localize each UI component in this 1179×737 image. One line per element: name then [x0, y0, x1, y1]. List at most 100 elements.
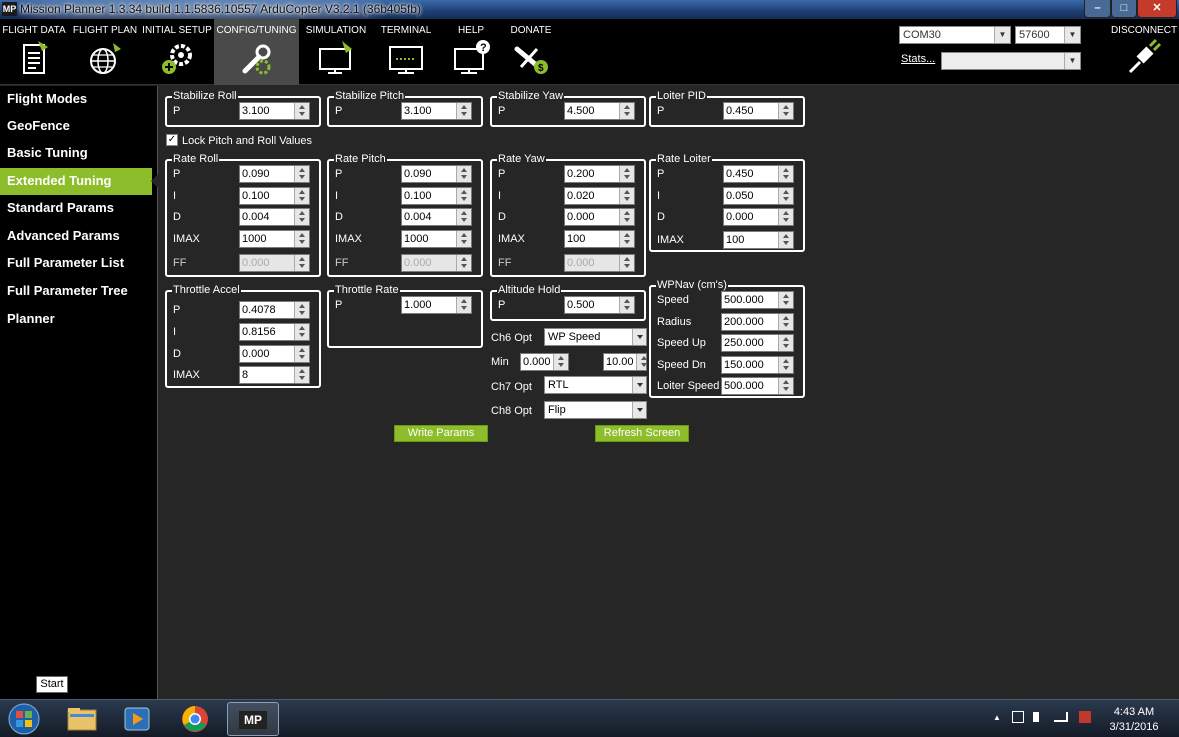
wpnav-speed-up-input[interactable]: 250.000 [721, 334, 794, 352]
spinner-arrows-icon[interactable] [778, 232, 793, 248]
wpnav-radius-input[interactable]: 200.000 [721, 313, 794, 331]
spinner-arrows-icon[interactable] [619, 209, 634, 225]
throttle-rate-p-input[interactable]: 1.000 [401, 296, 472, 314]
tray-arrow-icon[interactable]: ▲ [993, 713, 1001, 722]
ch6-opt-select[interactable]: WP Speed [544, 328, 647, 346]
spinner-arrows-icon[interactable] [294, 166, 309, 182]
spinner-arrows-icon[interactable] [778, 166, 793, 182]
spinner-arrows-icon[interactable] [294, 367, 309, 383]
rate-pitch-d-input[interactable]: 0.004 [401, 208, 472, 226]
rate-loiter-i-input[interactable]: 0.050 [723, 187, 794, 205]
rate-yaw-p-input[interactable]: 0.200 [564, 165, 635, 183]
network-plug-icon[interactable] [1011, 711, 1024, 724]
action-center-flag-icon[interactable] [1079, 711, 1092, 724]
altitude-hold-p-input[interactable]: 0.500 [564, 296, 635, 314]
sidebar-item-geofence[interactable]: GeoFence [0, 113, 158, 140]
sidebar-item-basic-tuning[interactable]: Basic Tuning [0, 140, 158, 167]
rate-yaw-i-input[interactable]: 0.020 [564, 187, 635, 205]
stabilize-pitch-p-input[interactable]: 3.100 [401, 102, 472, 120]
lock-pitch-roll-checkbox[interactable]: ✓ [166, 134, 178, 146]
spinner-arrows-icon[interactable] [778, 292, 793, 308]
rate-yaw-imax-input[interactable]: 100 [564, 230, 635, 248]
taskbar-chrome[interactable] [169, 702, 221, 736]
rate-loiter-d-input[interactable]: 0.000 [723, 208, 794, 226]
spinner-arrows-icon[interactable] [778, 188, 793, 204]
volume-icon[interactable] [1033, 712, 1045, 723]
windows-start-button[interactable] [4, 702, 48, 736]
menu-flight-data[interactable]: FLIGHT DATA [0, 19, 68, 85]
rate-yaw-d-input[interactable]: 0.000 [564, 208, 635, 226]
rate-roll-imax-input[interactable]: 1000 [239, 230, 310, 248]
ch6-max-input[interactable]: 10.00 [603, 353, 647, 371]
maximize-button[interactable]: □ [1111, 0, 1137, 18]
wpnav-speed-input[interactable]: 500.000 [721, 291, 794, 309]
rate-roll-d-input[interactable]: 0.004 [239, 208, 310, 226]
close-button[interactable]: ✕ [1137, 0, 1177, 18]
menu-flight-plan[interactable]: FLIGHT PLAN [70, 19, 140, 85]
menu-initial-setup[interactable]: INITIAL SETUP [142, 19, 212, 85]
sidebar-item-full-parameter-list[interactable]: Full Parameter List [0, 250, 158, 277]
chevron-down-icon[interactable] [632, 329, 646, 345]
spinner-arrows-icon[interactable] [778, 378, 793, 394]
spinner-arrows-icon[interactable] [294, 302, 309, 318]
spinner-arrows-icon[interactable] [294, 209, 309, 225]
chevron-down-icon[interactable]: ▼ [994, 27, 1010, 43]
loiter-pid-p-input[interactable]: 0.450 [723, 102, 794, 120]
rate-pitch-i-input[interactable]: 0.100 [401, 187, 472, 205]
ch7-opt-select[interactable]: RTL [544, 376, 647, 394]
spinner-arrows-icon[interactable] [619, 297, 634, 313]
stats-select[interactable]: ▼ [941, 52, 1081, 70]
spinner-arrows-icon[interactable] [778, 335, 793, 351]
disconnect-button[interactable]: DISCONNECT [1110, 23, 1178, 83]
baud-select[interactable]: 57600 ▼ [1015, 26, 1081, 44]
spinner-arrows-icon[interactable] [456, 231, 471, 247]
port-select[interactable]: COM30 ▼ [899, 26, 1011, 44]
minimize-button[interactable]: – [1084, 0, 1111, 18]
throttle-accel-imax-input[interactable]: 8 [239, 366, 310, 384]
wpnav-speed-dn-input[interactable]: 150.000 [721, 356, 794, 374]
spinner-arrows-icon[interactable] [619, 231, 634, 247]
throttle-accel-d-input[interactable]: 0.000 [239, 345, 310, 363]
throttle-accel-p-input[interactable]: 0.4078 [239, 301, 310, 319]
spinner-arrows-icon[interactable] [456, 103, 471, 119]
rate-pitch-p-input[interactable]: 0.090 [401, 165, 472, 183]
sidebar-item-advanced-params[interactable]: Advanced Params [0, 223, 158, 250]
sidebar-item-flight-modes[interactable]: Flight Modes [0, 86, 158, 113]
spinner-arrows-icon[interactable] [294, 324, 309, 340]
sidebar-item-full-parameter-tree[interactable]: Full Parameter Tree [0, 278, 158, 305]
lock-pitch-roll-label[interactable]: Lock Pitch and Roll Values [182, 135, 312, 147]
chevron-down-icon[interactable]: ▼ [1064, 27, 1080, 43]
rate-roll-i-input[interactable]: 0.100 [239, 187, 310, 205]
spinner-arrows-icon[interactable] [778, 103, 793, 119]
spinner-arrows-icon[interactable] [619, 166, 634, 182]
signal-icon[interactable] [1054, 712, 1069, 723]
sidebar-item-planner[interactable]: Planner [0, 306, 158, 333]
spinner-arrows-icon[interactable] [294, 103, 309, 119]
spinner-arrows-icon[interactable] [619, 103, 634, 119]
taskbar-explorer[interactable] [56, 702, 108, 736]
stabilize-yaw-p-input[interactable]: 4.500 [564, 102, 635, 120]
rate-loiter-p-input[interactable]: 0.450 [723, 165, 794, 183]
rate-roll-p-input[interactable]: 0.090 [239, 165, 310, 183]
spinner-arrows-icon[interactable] [456, 166, 471, 182]
menu-config-tuning[interactable]: CONFIG/TUNING [214, 19, 299, 85]
throttle-accel-i-input[interactable]: 0.8156 [239, 323, 310, 341]
rate-loiter-imax-input[interactable]: 100 [723, 231, 794, 249]
spinner-arrows-icon[interactable] [553, 354, 568, 370]
chevron-down-icon[interactable] [632, 377, 646, 393]
sidebar-item-extended-tuning[interactable]: Extended Tuning [0, 168, 158, 195]
taskbar-media-player[interactable] [111, 702, 163, 736]
menu-help[interactable]: HELP ? [441, 19, 501, 85]
spinner-arrows-icon[interactable] [778, 357, 793, 373]
ch6-min-input[interactable]: 0.000 [520, 353, 569, 371]
menu-donate[interactable]: DONATE $ [503, 19, 559, 85]
chevron-down-icon[interactable] [632, 402, 646, 418]
write-params-button[interactable]: Write Params [394, 425, 488, 442]
spinner-arrows-icon[interactable] [778, 209, 793, 225]
spinner-arrows-icon[interactable] [778, 314, 793, 330]
spinner-arrows-icon[interactable] [619, 188, 634, 204]
ch8-opt-select[interactable]: Flip [544, 401, 647, 419]
spinner-arrows-icon[interactable] [456, 188, 471, 204]
menu-simulation[interactable]: SIMULATION [301, 19, 371, 85]
rate-pitch-imax-input[interactable]: 1000 [401, 230, 472, 248]
